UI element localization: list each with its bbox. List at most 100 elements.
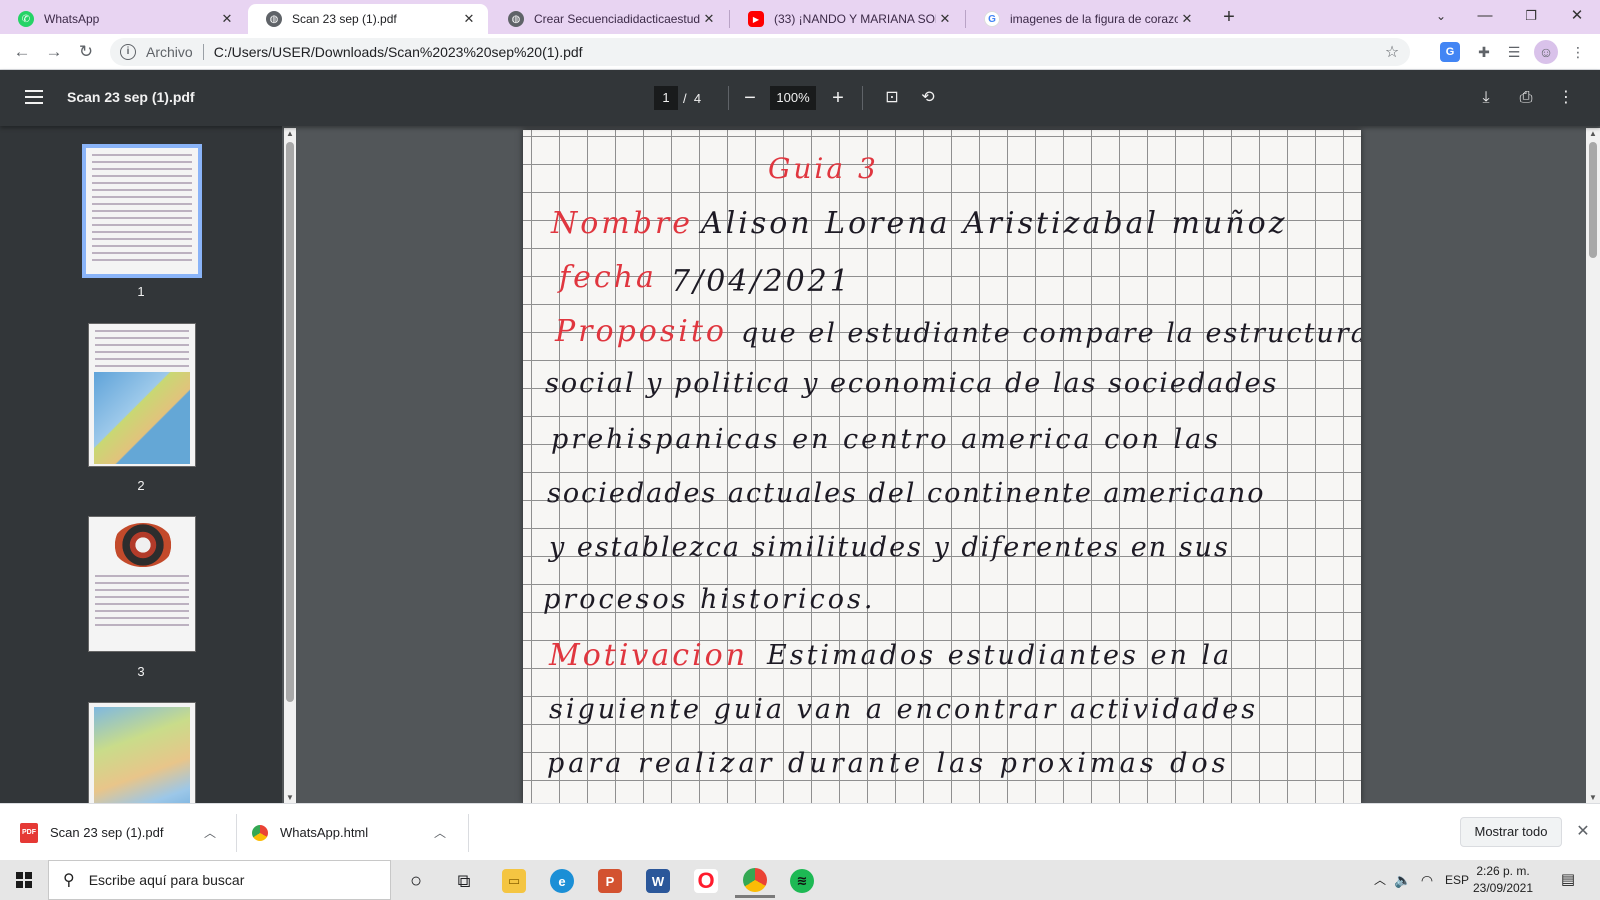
- extensions-icon[interactable]: ✚: [1472, 40, 1496, 64]
- scrollbar-thumb[interactable]: [1589, 142, 1597, 258]
- zoom-out-icon[interactable]: −: [738, 86, 762, 110]
- page-number-input[interactable]: 1: [654, 86, 678, 110]
- close-icon[interactable]: ✕: [1572, 820, 1594, 844]
- page-thumbnail-4[interactable]: [88, 702, 196, 803]
- wifi-icon[interactable]: ◠: [1416, 860, 1438, 900]
- chevron-up-icon[interactable]: ︿: [200, 824, 220, 841]
- zoom-in-icon[interactable]: +: [826, 86, 850, 110]
- total-pages: 4: [693, 91, 702, 106]
- tab-google[interactable]: G imagenes de la figura de corazon ✕: [966, 4, 1206, 34]
- globe-icon: ◍: [508, 11, 524, 27]
- file-explorer-icon[interactable]: ▭: [494, 864, 534, 898]
- url-text[interactable]: C:/Users/USER/Downloads/Scan%2023%20sep%…: [214, 44, 1380, 60]
- powerpoint-icon[interactable]: P: [590, 864, 630, 898]
- page-thumbnail-2[interactable]: [88, 323, 196, 467]
- rotate-icon[interactable]: ⟲: [916, 86, 940, 110]
- page-thumbnail-3[interactable]: [88, 516, 196, 652]
- scroll-up-icon[interactable]: ▲: [284, 129, 296, 138]
- task-view-icon[interactable]: ⧉: [444, 864, 484, 898]
- download-filename: WhatsApp.html: [280, 825, 369, 840]
- chevron-up-icon[interactable]: ︿: [430, 824, 450, 841]
- sidebar-scrollbar[interactable]: ▲ ▼: [284, 128, 296, 803]
- thumbnail-number: 2: [137, 478, 145, 493]
- minimize-button[interactable]: —: [1462, 0, 1508, 32]
- purpose-line: social y politica y economica de las soc…: [545, 368, 1279, 399]
- document-scrollbar[interactable]: ▲ ▼: [1586, 128, 1600, 803]
- translate-extension-icon[interactable]: G: [1440, 42, 1460, 62]
- profile-avatar[interactable]: ☺: [1534, 40, 1558, 64]
- download-icon[interactable]: ⤓: [1474, 86, 1498, 110]
- map-image: [94, 707, 190, 803]
- window-close-button[interactable]: ✕: [1554, 0, 1600, 32]
- thumbnail-number: 1: [137, 284, 145, 299]
- map-image: [94, 372, 190, 464]
- download-item-html[interactable]: WhatsApp.html ︿: [252, 804, 450, 861]
- taskbar-search-box[interactable]: ⚲ Escribe aquí para buscar: [48, 860, 391, 900]
- tab-secuencia[interactable]: ◍ Crear Secuenciadidacticaestudiar ✕: [490, 4, 728, 34]
- search-placeholder: Escribe aquí para buscar: [88, 872, 245, 888]
- close-icon[interactable]: ✕: [936, 11, 954, 27]
- start-button[interactable]: [0, 860, 48, 900]
- bookmark-star-icon[interactable]: ☆: [1380, 42, 1404, 62]
- new-tab-button[interactable]: +: [1215, 4, 1243, 30]
- scrollbar-thumb[interactable]: [286, 142, 294, 702]
- scheme-label: Archivo: [146, 44, 193, 60]
- scroll-up-icon[interactable]: ▲: [1586, 129, 1600, 138]
- clock[interactable]: 2:26 p. m. 23/09/2021: [1468, 863, 1538, 897]
- close-icon[interactable]: ✕: [460, 11, 478, 27]
- close-icon[interactable]: ✕: [700, 11, 718, 27]
- tab-title: Crear Secuenciadidacticaestudiar: [534, 12, 700, 26]
- sidebar-menu-icon[interactable]: [22, 86, 46, 110]
- tab-whatsapp[interactable]: ✆ WhatsApp ✕: [0, 4, 246, 34]
- restore-button[interactable]: ❐: [1508, 0, 1554, 32]
- more-options-icon[interactable]: ⋮: [1554, 86, 1578, 110]
- purpose-line: y establezca similitudes y diferentes en…: [549, 532, 1230, 563]
- thumbnail-number: 3: [137, 664, 145, 679]
- fit-to-page-icon[interactable]: ⊡: [880, 86, 904, 110]
- cortana-icon[interactable]: ○: [396, 864, 436, 898]
- back-button[interactable]: ←: [8, 38, 36, 66]
- pdf-page: Guia 3 Nombre Alison Lorena Aristizabal …: [523, 130, 1361, 803]
- scroll-down-icon[interactable]: ▼: [284, 793, 296, 802]
- download-item-pdf[interactable]: PDF Scan 23 sep (1).pdf ︿: [20, 804, 220, 861]
- reload-button[interactable]: ↻: [72, 38, 100, 66]
- motivation-line: para realizar durante las proximas dos: [547, 748, 1230, 779]
- chrome-menu-icon[interactable]: ⋮: [1566, 40, 1590, 64]
- tab-pdf[interactable]: ◍ Scan 23 sep (1).pdf ✕: [248, 4, 488, 34]
- show-all-button[interactable]: Mostrar todo: [1460, 817, 1562, 847]
- reading-list-icon[interactable]: ☰: [1502, 40, 1526, 64]
- tab-youtube[interactable]: ▶ (33) ¡NANDO Y MARIANA SON N ✕: [730, 4, 964, 34]
- tab-title: Scan 23 sep (1).pdf: [292, 12, 397, 26]
- motivation-label: Motivacion: [549, 638, 749, 673]
- divider: [468, 814, 469, 852]
- purpose-label: Proposito: [555, 314, 727, 349]
- close-icon[interactable]: ✕: [1178, 11, 1196, 27]
- page-thumbnail-1[interactable]: [82, 144, 202, 278]
- info-icon[interactable]: i: [120, 44, 136, 60]
- address-bar[interactable]: i Archivo C:/Users/USER/Downloads/Scan%2…: [110, 38, 1410, 66]
- forward-button[interactable]: →: [40, 38, 68, 66]
- handwritten-heading: Guia 3: [768, 152, 879, 185]
- date-label: fecha: [559, 260, 657, 295]
- notification-icon[interactable]: ▤: [1556, 868, 1580, 892]
- print-icon[interactable]: ⎙: [1514, 86, 1538, 110]
- tab-search-icon[interactable]: ⌄: [1418, 0, 1464, 32]
- motivation-line: siguiente guia van a encontrar actividad…: [549, 694, 1259, 725]
- divider: [236, 814, 237, 852]
- scroll-down-icon[interactable]: ▼: [1586, 793, 1600, 802]
- download-filename: Scan 23 sep (1).pdf: [50, 825, 164, 840]
- chrome-taskbar-icon[interactable]: [735, 864, 775, 898]
- chevron-up-icon[interactable]: ︿: [1370, 860, 1390, 900]
- whatsapp-icon: ✆: [18, 11, 34, 27]
- edge-icon[interactable]: e: [542, 864, 582, 898]
- word-icon[interactable]: W: [638, 864, 678, 898]
- spotify-icon[interactable]: ≋: [782, 864, 822, 898]
- motivation-line: Estimados estudiantes en la: [767, 640, 1233, 671]
- purpose-line: procesos historicos.: [543, 584, 876, 615]
- volume-icon[interactable]: 🔈: [1392, 860, 1414, 900]
- opera-icon[interactable]: O: [686, 864, 726, 898]
- zoom-input[interactable]: 100%: [770, 86, 816, 110]
- search-icon: ⚲: [63, 872, 75, 889]
- windows-logo-icon: [16, 872, 32, 888]
- close-icon[interactable]: ✕: [218, 11, 236, 27]
